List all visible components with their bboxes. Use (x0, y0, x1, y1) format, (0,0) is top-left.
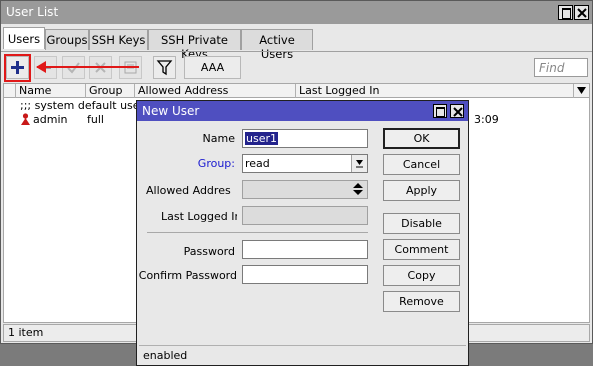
arrow-left-icon (36, 61, 139, 73)
column-select[interactable] (4, 84, 16, 98)
tab-bar: Users Groups SSH Keys SSH Private Keys A… (1, 27, 592, 61)
tab-active-users[interactable]: Active Users (241, 29, 313, 61)
tab-ssh-private-keys[interactable]: SSH Private Keys (148, 29, 241, 61)
last-logged-in-label: Last Logged In (161, 210, 237, 223)
close-icon[interactable] (574, 5, 589, 20)
window-titlebar: User List (1, 1, 592, 24)
allowed-address-label: Allowed Addres (146, 184, 231, 197)
group-value: read (245, 157, 270, 170)
new-user-dialog: New User Name user1 Group: read Allowed … (136, 100, 469, 366)
name-value: user1 (245, 132, 278, 145)
apply-button[interactable]: Apply (383, 180, 460, 201)
table-header: Name Group Allowed Address Last Logged I… (4, 84, 589, 98)
window-title: User List (6, 5, 59, 19)
filter-icon (156, 60, 173, 76)
group-label[interactable]: Group: (198, 157, 235, 170)
plus-icon (11, 61, 24, 74)
last-logged-in-field (242, 206, 368, 225)
add-button[interactable] (6, 56, 29, 79)
last-logged-in-cell: 3:09 (474, 113, 499, 126)
dialog-titlebar: New User (137, 101, 468, 121)
spinner-icon[interactable] (352, 182, 364, 196)
tab-ssh-keys[interactable]: SSH Keys (89, 29, 148, 50)
password-field[interactable] (242, 240, 368, 259)
find-input[interactable]: Find (534, 58, 588, 77)
confirm-password-label: Confirm Password (138, 269, 237, 282)
chevron-down-icon[interactable] (351, 155, 367, 172)
column-allowed-address[interactable]: Allowed Address (135, 84, 296, 98)
name-label: Name (202, 132, 235, 145)
user-name-cell: admin (33, 113, 68, 126)
column-group[interactable]: Group (86, 84, 135, 98)
comment-button[interactable]: Comment (383, 239, 460, 260)
divider (147, 232, 368, 233)
ok-button[interactable]: OK (383, 128, 460, 149)
filter-button[interactable] (153, 56, 176, 79)
column-last-logged-in[interactable]: Last Logged In (296, 84, 574, 98)
remove-button[interactable]: Remove (383, 291, 460, 312)
comment-row: ;;; system default user (20, 99, 145, 112)
dialog-title: New User (142, 104, 200, 118)
name-field[interactable]: user1 (242, 129, 368, 148)
aaa-button[interactable]: AAA (184, 56, 241, 79)
dialog-status-bar: enabled (139, 345, 466, 364)
disable-button[interactable]: Disable (383, 213, 460, 234)
group-select[interactable]: read (242, 154, 368, 173)
toolbar: AAA Find (1, 51, 592, 82)
close-icon[interactable] (450, 104, 464, 118)
tab-users[interactable]: Users (3, 27, 45, 49)
user-group-cell: full (87, 113, 104, 126)
column-name[interactable]: Name (16, 84, 86, 98)
admin-user-icon (21, 113, 30, 125)
tab-groups[interactable]: Groups (45, 29, 89, 50)
item-count: 1 item (8, 326, 44, 339)
dialog-status: enabled (143, 349, 188, 362)
maximize-icon[interactable] (558, 5, 573, 20)
maximize-icon[interactable] (433, 104, 447, 118)
cancel-button[interactable]: Cancel (383, 154, 460, 175)
copy-button[interactable]: Copy (383, 265, 460, 286)
chevron-down-icon[interactable] (577, 87, 586, 95)
confirm-password-field[interactable] (242, 265, 368, 284)
password-label: Password (183, 245, 235, 258)
allowed-address-field[interactable] (242, 180, 368, 199)
